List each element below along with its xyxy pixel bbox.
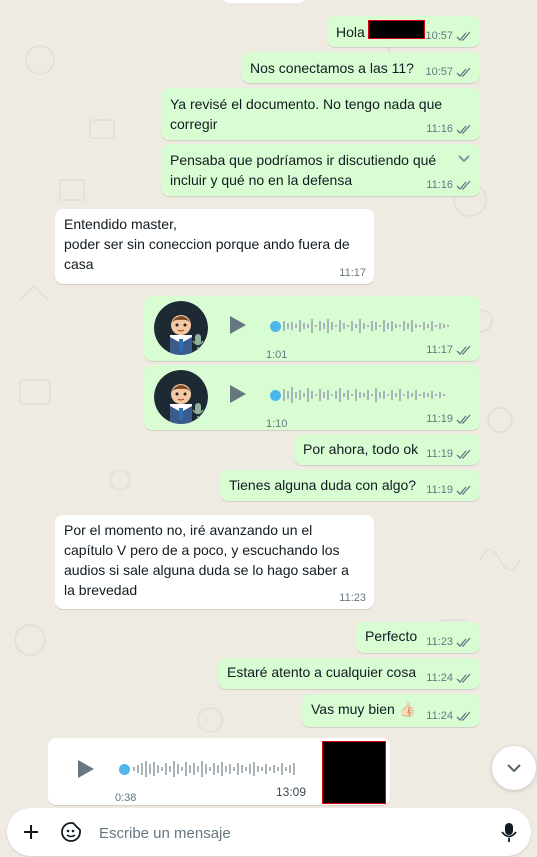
message-text: Por el momento no, iré avanzando un el c… [64,522,349,598]
message-time: 11:16 [426,123,453,135]
message-input[interactable] [97,820,491,846]
plus-icon[interactable] [22,823,40,841]
audio-progress-dot[interactable] [270,321,281,332]
redacted-image [322,741,386,804]
chevron-down-icon [507,764,521,773]
message-bubble-outgoing[interactable]: Nos conectamos a las 11? 10:57 [241,52,480,83]
double-check-icon [456,414,471,424]
message-time: 11:24 [426,710,453,722]
message-time: 11:19 [426,448,453,460]
message-time: 10:57 [425,30,453,42]
audio-waveform[interactable] [282,315,460,337]
message-text: Hola [336,24,365,40]
double-check-icon [456,449,471,459]
redacted-name [368,20,425,39]
voice-message-incoming[interactable]: 0:38 13:09 [48,738,390,805]
microphone-icon [192,403,204,419]
message-text: Entendido master, poder ser sin coneccio… [64,216,350,272]
message-bubble-outgoing[interactable]: Perfecto 11:23 [356,622,480,653]
voice-message-outgoing[interactable]: 1:10 11:19 [144,365,480,430]
message-time: 13:09 [275,785,306,799]
message-text: Ya revisé el documento. No tengo nada qu… [170,96,443,132]
message-bubble-outgoing[interactable]: Estaré atento a cualquier cosa 11:24 [218,658,480,689]
message-text: Tienes alguna duda con algo? [229,477,417,493]
voice-message-outgoing[interactable]: 1:01 11:17 [144,296,480,361]
audio-waveform[interactable] [282,384,460,406]
message-meta: 11:23 [339,591,366,605]
play-icon[interactable] [74,758,96,780]
play-icon[interactable] [226,314,248,336]
message-meta: 11:19 [426,483,472,497]
double-check-icon [456,485,471,495]
message-time: 11:16 [426,179,453,191]
audio-duration: 1:01 [266,349,288,361]
message-bubble-outgoing[interactable]: Tienes alguna duda con algo? 11:19 [220,470,480,501]
play-icon[interactable] [226,383,248,405]
audio-progress-dot[interactable] [119,764,130,775]
sticker-icon[interactable] [60,821,82,843]
message-time: 11:23 [426,636,453,648]
message-bubble-outgoing[interactable]: Vas muy bien 👍🏻 11:24 [302,694,480,727]
message-meta: 11:19 [426,447,472,461]
message-meta: 11:24 [426,709,472,723]
message-bubble-outgoing[interactable]: Hola 10:57 [327,16,480,47]
audio-waveform[interactable] [132,758,302,780]
message-time: 11:17 [339,267,366,279]
message-time: 11:23 [339,592,366,604]
scroll-to-bottom-button[interactable] [492,746,536,790]
message-text: Por ahora, todo ok [303,441,419,457]
message-text: Pensaba que podríamos ir discutiendo qué… [170,152,437,188]
double-check-icon [456,673,471,683]
message-meta: 11:17 [426,343,472,357]
message-time: 11:24 [426,672,453,684]
message-text: Nos conectamos a las 11? [250,60,414,76]
message-bubble-incoming[interactable]: Entendido master, poder ser sin coneccio… [55,209,374,284]
message-meta: 11:23 [426,635,472,649]
message-meta: 11:16 [426,122,472,136]
microphone-icon[interactable] [501,822,517,844]
audio-duration: 0:38 [115,792,137,804]
message-composer [7,808,531,856]
message-text: Vas muy bien 👍🏻 [311,701,417,717]
audio-duration: 1:10 [266,418,288,430]
audio-progress-dot[interactable] [270,390,281,401]
message-meta: 11:17 [339,266,366,280]
message-bubble-outgoing[interactable]: Pensaba que podríamos ir discutiendo qué… [161,144,480,196]
message-meta: 11:24 [426,671,472,685]
message-text: Estaré atento a cualquier cosa [227,664,417,680]
double-check-icon [456,67,471,77]
message-time: 10:57 [425,66,453,78]
message-time: 11:19 [426,413,453,425]
double-check-icon [456,711,471,721]
message-text: Perfecto [365,628,418,644]
message-time: 11:19 [426,484,453,496]
double-check-icon [456,180,471,190]
message-bubble-incoming[interactable]: Por el momento no, iré avanzando un el c… [55,515,374,609]
message-bubble-outgoing[interactable]: Ya revisé el documento. No tengo nada qu… [161,88,480,140]
double-check-icon [456,637,471,647]
microphone-icon [192,334,204,350]
message-meta: 10:57 [425,65,472,79]
double-check-icon [456,124,471,134]
message-meta: 10:57 [425,29,472,43]
chevron-down-icon[interactable] [457,154,471,164]
message-time: 11:17 [426,344,453,356]
double-check-icon [456,31,471,41]
message-meta: 11:16 [426,178,472,192]
message-meta: 11:19 [426,412,472,426]
message-bubble-outgoing[interactable]: Por ahora, todo ok 11:19 [294,434,480,465]
double-check-icon [456,345,471,355]
previous-message-edge [222,0,306,3]
